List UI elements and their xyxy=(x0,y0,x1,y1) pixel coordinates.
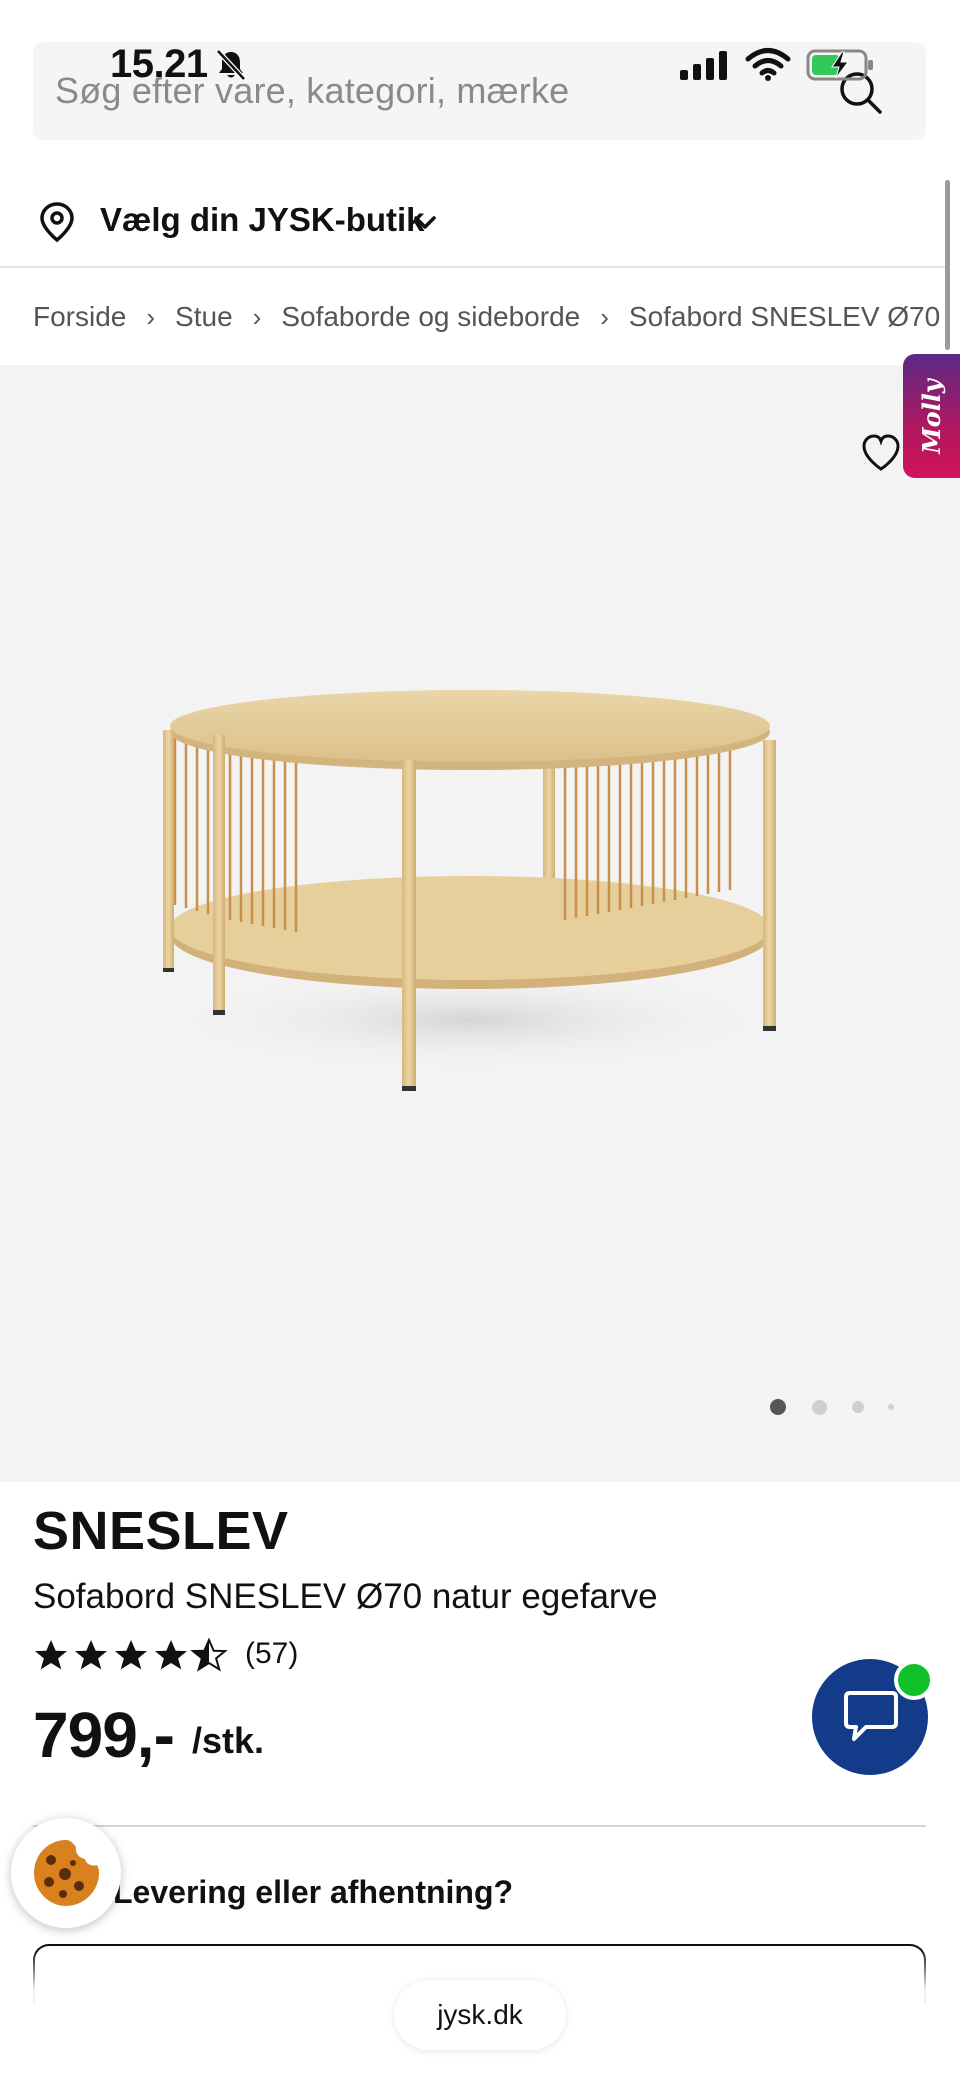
divider xyxy=(33,1825,926,1827)
product-brand: SNESLEV xyxy=(33,1501,289,1561)
breadcrumb: Forside › Stue › Sofaborde og sideborde … xyxy=(33,296,940,338)
heart-icon[interactable] xyxy=(860,433,902,473)
carousel-dots[interactable] xyxy=(768,1395,898,1419)
store-selector[interactable]: Vælg din JYSK-butik xyxy=(0,180,945,266)
chat-online-badge xyxy=(894,1660,934,1700)
status-time: 15.21 xyxy=(110,42,208,86)
carousel-dot-active[interactable] xyxy=(770,1399,786,1415)
pin-icon xyxy=(40,202,74,243)
bell-off-icon xyxy=(216,49,246,81)
star-icon xyxy=(35,1640,67,1670)
price-unit: /stk. xyxy=(192,1720,265,1761)
breadcrumb-item-current[interactable]: Sofabord SNESLEV Ø70 xyxy=(629,301,940,333)
molly-tab-text: Molly xyxy=(917,378,947,454)
carousel-dot[interactable] xyxy=(888,1404,894,1410)
chat-bubble-icon xyxy=(844,1691,898,1741)
browser-url-pill[interactable]: jysk.dk xyxy=(394,1980,566,2050)
rating-stars[interactable] xyxy=(33,1634,233,1674)
product-title: Sofabord SNESLEV Ø70 natur egefarve xyxy=(33,1577,658,1616)
delivery-heading: Levering eller afhentning? xyxy=(113,1874,514,1910)
review-count[interactable]: (57) xyxy=(245,1637,298,1671)
wifi-icon xyxy=(745,48,791,81)
breadcrumb-item-forside[interactable]: Forside xyxy=(33,301,126,333)
star-icon xyxy=(115,1640,147,1670)
chevron-down-icon xyxy=(414,216,436,229)
cookie-settings-button[interactable] xyxy=(11,1818,121,1928)
breadcrumb-item-sofaborde[interactable]: Sofaborde og sideborde xyxy=(281,301,580,333)
molly-tab-label[interactable]: Molly xyxy=(903,354,960,478)
page: Søg efter vare, kategori, mærke 15.21 Væ… xyxy=(0,0,960,2081)
breadcrumb-item-stue[interactable]: Stue xyxy=(175,301,233,333)
browser-url: jysk.dk xyxy=(437,1999,523,2030)
breadcrumb-separator-icon: › xyxy=(600,301,609,332)
product-price: 799,- xyxy=(33,1699,175,1771)
star-icon xyxy=(75,1640,107,1670)
cellular-signal-icon xyxy=(680,51,727,80)
breadcrumb-separator-icon: › xyxy=(146,301,156,332)
product-image xyxy=(163,690,776,1091)
divider xyxy=(0,266,945,268)
carousel-dot[interactable] xyxy=(852,1401,864,1413)
star-icon xyxy=(155,1640,187,1670)
cookie-icon xyxy=(34,1840,99,1906)
carousel-dot[interactable] xyxy=(812,1400,827,1415)
store-label: Vælg din JYSK-butik xyxy=(100,201,425,238)
scrollbar[interactable] xyxy=(945,180,950,350)
breadcrumb-separator-icon: › xyxy=(252,301,262,332)
battery-charging-icon xyxy=(806,49,873,81)
